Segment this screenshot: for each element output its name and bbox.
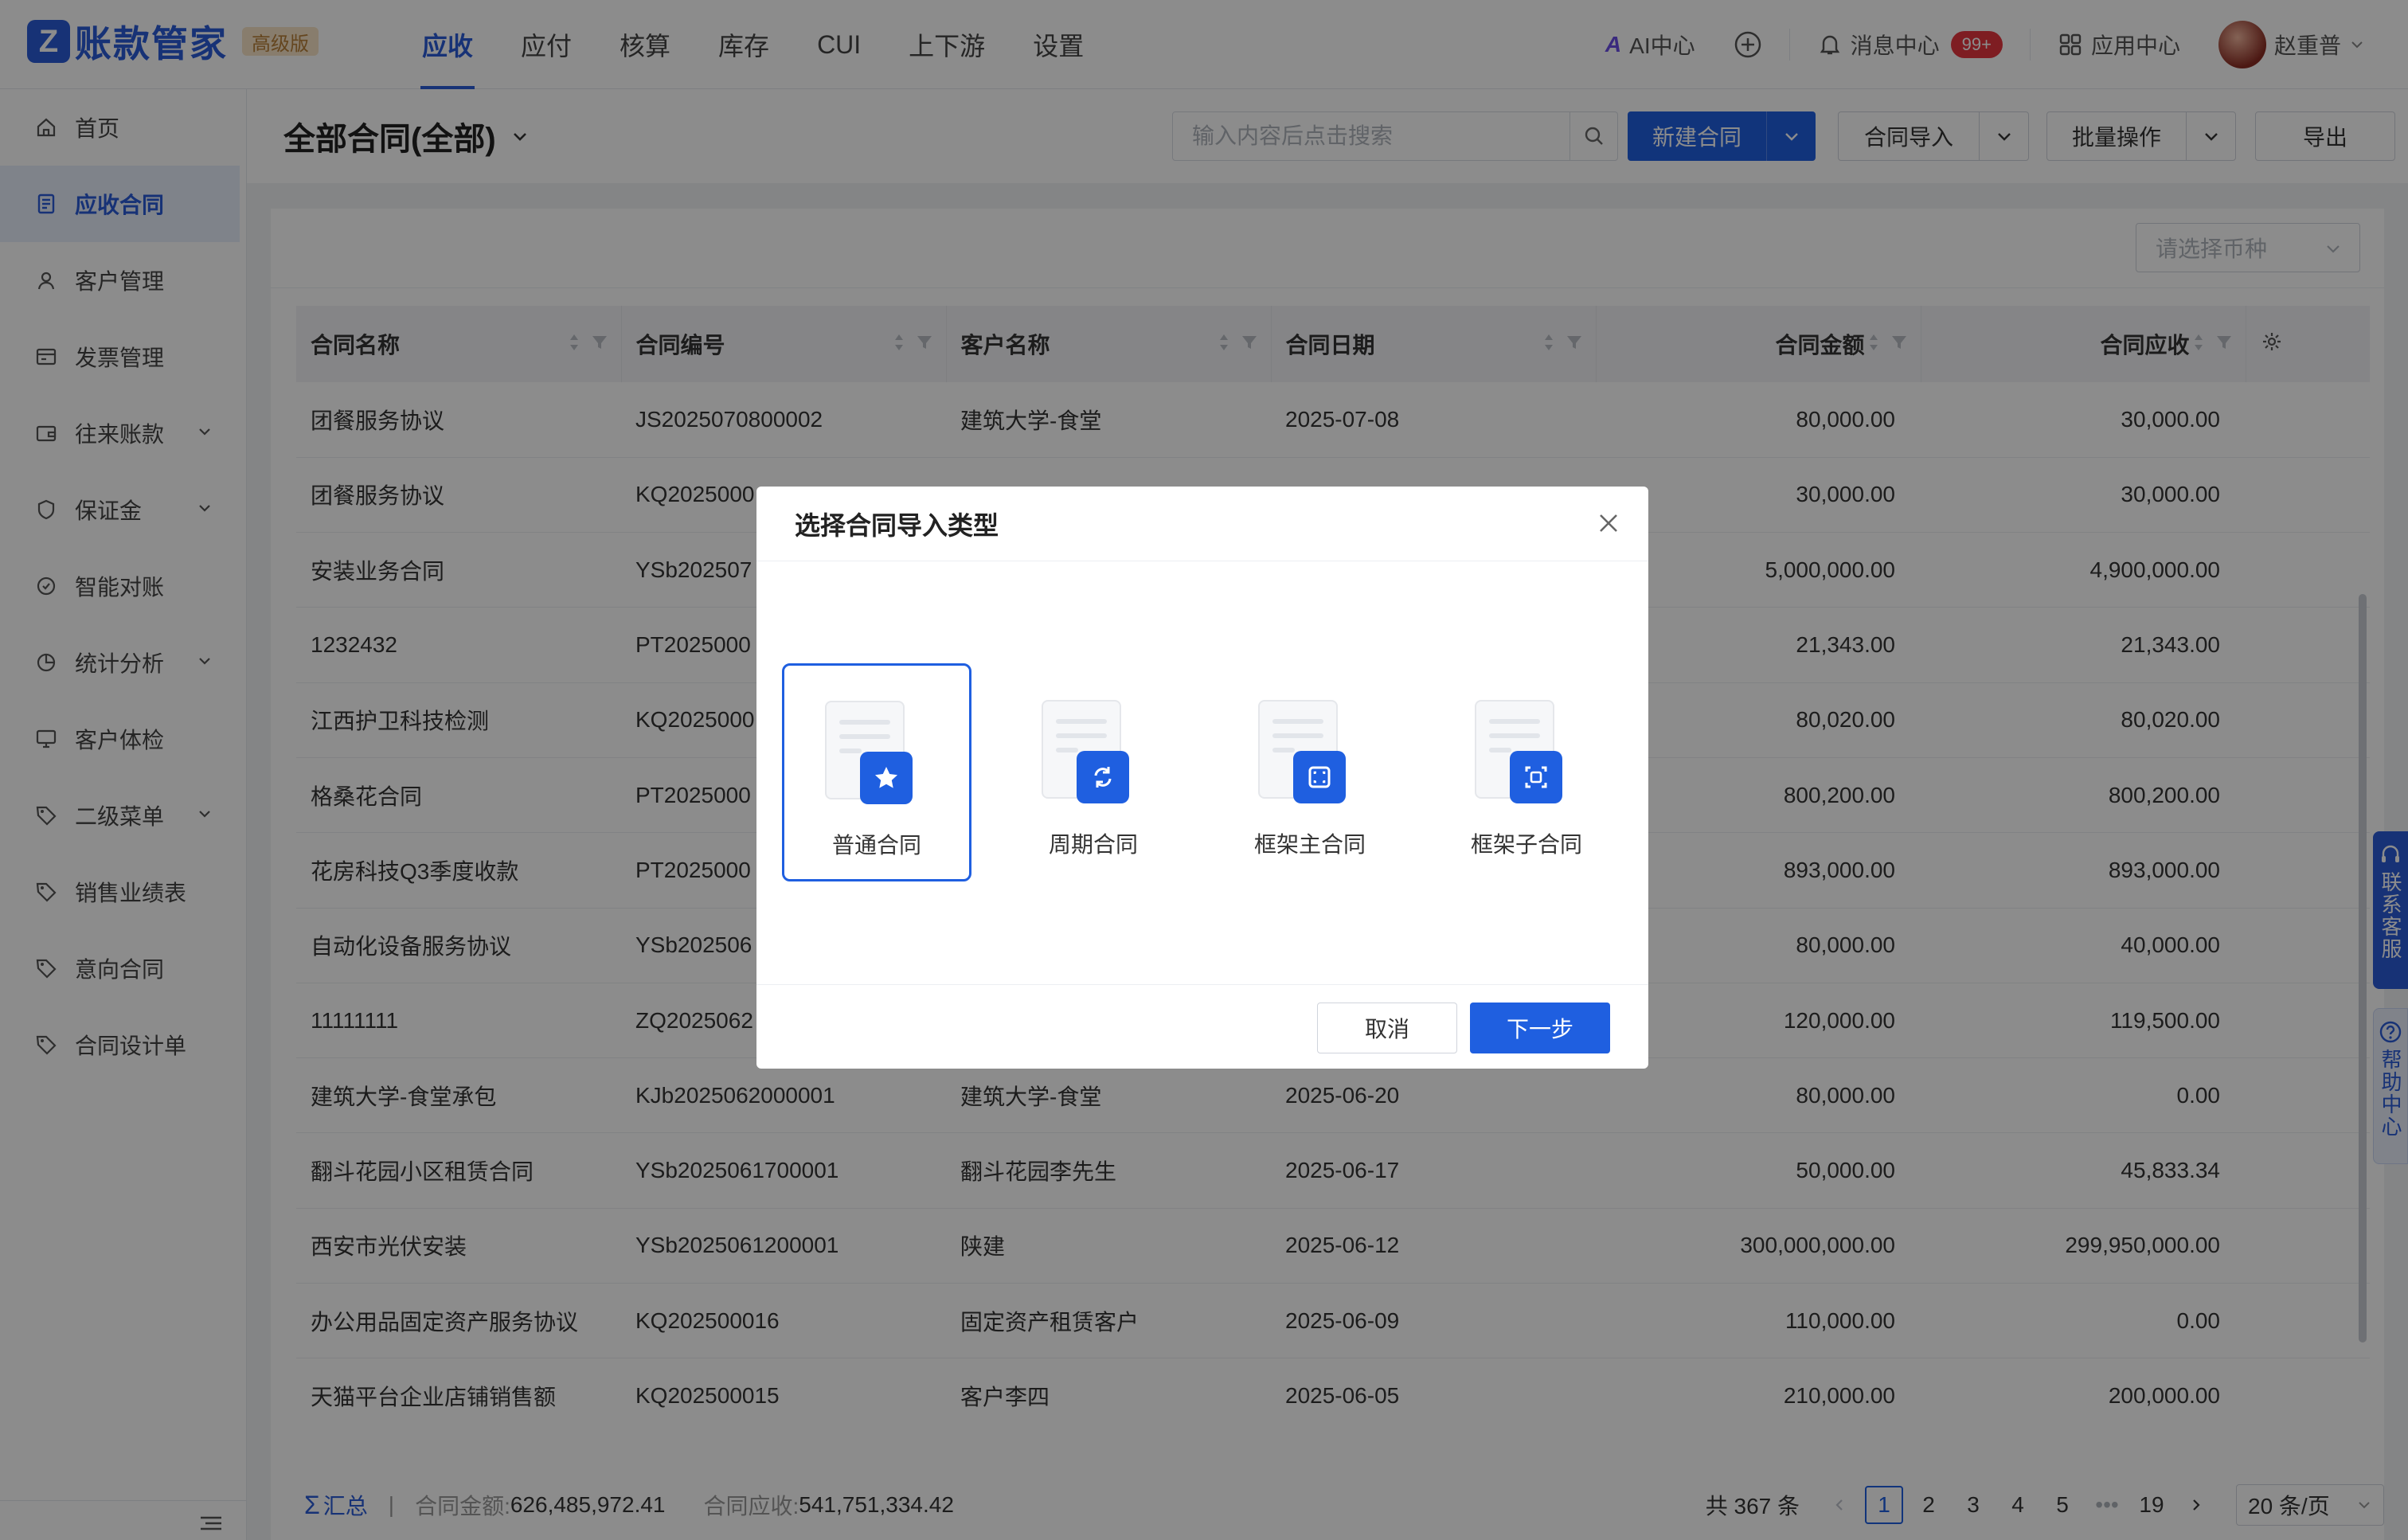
- document-icon: [1475, 700, 1562, 803]
- type-label: 框架主合同: [1253, 832, 1366, 857]
- document-icon: [1042, 700, 1129, 803]
- next-step-button[interactable]: 下一步: [1470, 1003, 1610, 1053]
- dialog-footer: 取消 下一步: [756, 984, 1648, 1069]
- type-label: 框架子合同: [1470, 832, 1582, 857]
- document-icon: [825, 701, 913, 804]
- import-type-dialog: 选择合同导入类型 普通合同 周期合同 框架主合同 框架子合同 取消 下一步: [756, 487, 1648, 1069]
- dialog-title: 选择合同导入类型: [795, 510, 999, 540]
- dialog-header: 选择合同导入类型: [756, 487, 1648, 561]
- cycle-icon: [1077, 751, 1129, 803]
- type-label: 周期合同: [1048, 832, 1138, 857]
- frame-main-icon: [1293, 751, 1346, 803]
- type-label: 普通合同: [831, 833, 921, 858]
- contract-type-options: 普通合同 周期合同 框架主合同 框架子合同: [782, 663, 1621, 881]
- star-icon: [860, 752, 913, 804]
- frame-sub-icon: [1510, 751, 1562, 803]
- document-icon: [1258, 700, 1346, 803]
- type-option-frame-main[interactable]: 框架主合同: [1215, 663, 1405, 881]
- type-option-frame-sub[interactable]: 框架子合同: [1432, 663, 1621, 881]
- cancel-button[interactable]: 取消: [1317, 1003, 1457, 1053]
- type-option-periodic[interactable]: 周期合同: [999, 663, 1188, 881]
- type-option-standard[interactable]: 普通合同: [782, 663, 971, 881]
- close-icon[interactable]: [1594, 509, 1623, 537]
